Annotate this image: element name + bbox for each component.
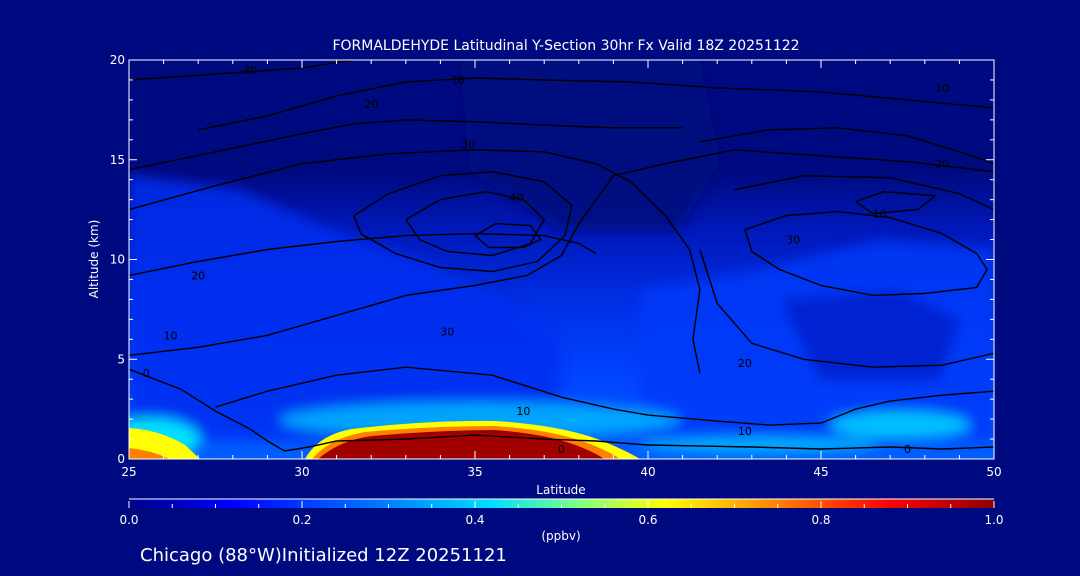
y-tick-label-20: 20 (110, 53, 125, 67)
contour-label-9: 30 (786, 234, 800, 247)
x-tick-label-35: 35 (467, 465, 482, 479)
contour-label-8: 10 (873, 208, 887, 221)
contour-label-16: 10 (738, 425, 752, 438)
colorbar-tick-label: 0.8 (811, 513, 830, 527)
contour-label-17: 0 (558, 443, 565, 456)
chart-title: FORMALDEHYDE Latitudinal Y-Section 30hr … (332, 38, 799, 54)
colorbar-unit-label: (ppbv) (541, 529, 580, 543)
field-patch-cyan-right (830, 411, 970, 439)
y-axis-label: Altitude (km) (87, 220, 101, 299)
contour-label-7: 20 (935, 158, 949, 171)
colorbar: 0.0 0.2 0.4 0.6 0.8 1.0 (ppbv) (119, 498, 1004, 543)
contour-label-4: 30 (461, 138, 475, 151)
x-tick-label-45: 45 (813, 465, 828, 479)
contour-label-13: 0 (143, 367, 150, 380)
colorbar-tick-label: 0.0 (119, 513, 138, 527)
contour-label-5: 40 (510, 192, 524, 205)
x-axis-label: Latitude (536, 483, 585, 497)
plot-area: 30 10 20 30 40 10 20 10 30 20 30 10 0 20 10 10 0 0 (129, 60, 994, 459)
contour-label-3: 20 (364, 98, 378, 111)
y-tick-label-0: 0 (117, 452, 125, 466)
x-tick-label-40: 40 (640, 465, 655, 479)
footer-location-text: Chicago (88°W)Initialized 12Z 20251121 (140, 545, 507, 566)
y-tick-label-15: 15 (110, 153, 125, 167)
contour-label-2: 10 (451, 74, 465, 87)
contour-label-12: 10 (164, 329, 178, 342)
colorbar-tick-label: 0.2 (292, 513, 311, 527)
colorbar-tick-label: 1.0 (984, 513, 1003, 527)
contour-label-15: 10 (516, 405, 530, 418)
colorbar-tick-label: 0.6 (638, 513, 657, 527)
y-tick-label-10: 10 (110, 253, 125, 267)
x-tick-label-25: 25 (121, 465, 136, 479)
contour-label-1: 30 (243, 64, 257, 77)
x-tick-label-30: 30 (294, 465, 309, 479)
contour-label-18: 0 (904, 443, 911, 456)
contour-label-6: 10 (935, 82, 949, 95)
contour-label-11: 30 (440, 325, 454, 338)
y-tick-label-5: 5 (117, 352, 125, 366)
colorbar-tick-label: 0.4 (465, 513, 484, 527)
contour-label-10: 20 (191, 270, 205, 283)
chart: FORMALDEHYDE Latitudinal Y-Section 30hr … (87, 38, 1004, 566)
contour-label-14: 20 (738, 357, 752, 370)
x-tick-label-50: 50 (986, 465, 1001, 479)
